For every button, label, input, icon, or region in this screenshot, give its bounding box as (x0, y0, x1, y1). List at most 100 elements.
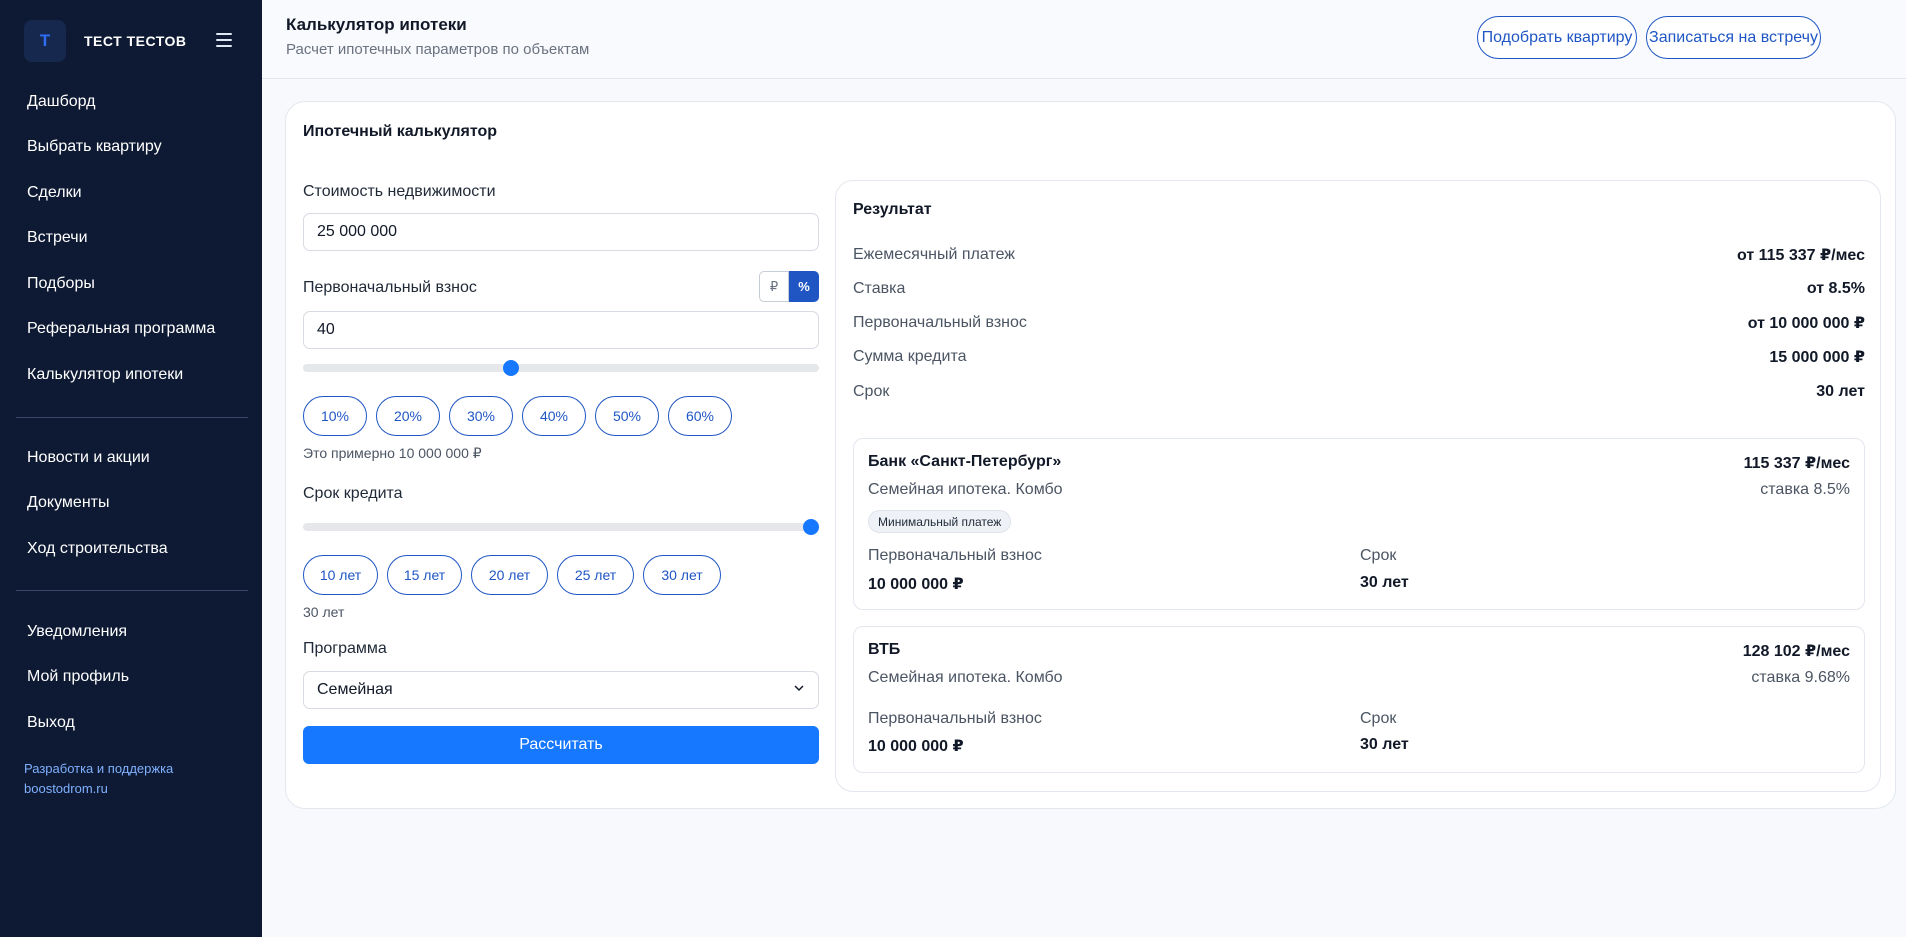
down-chip-20[interactable]: 20% (376, 396, 440, 436)
down-payment-slider-thumb[interactable] (503, 360, 519, 376)
result-row-label: Срок (853, 383, 890, 400)
bank-term-value: 30 лет (1360, 736, 1409, 753)
result-panel: Результат Ежемесячный платеж от 115 337 … (835, 180, 1881, 792)
sidebar-item-dashboard[interactable]: Дашборд (0, 79, 262, 125)
sidebar-item-news[interactable]: Новости и акции (0, 435, 262, 481)
result-row-value: от 10 000 000 ₽ (1747, 315, 1865, 332)
sidebar-item-documents[interactable]: Документы (0, 481, 262, 527)
calculate-button[interactable]: Рассчитать (303, 726, 819, 764)
developer-link-text[interactable]: Разработка и поддержка (24, 759, 173, 779)
pick-apartment-button[interactable]: Подобрать квартиру (1477, 16, 1637, 59)
result-row-value: от 8.5% (1806, 280, 1865, 297)
bank-offer-card[interactable]: Банк «Санкт-Петербург» 115 337 ₽/мес Сем… (853, 438, 1865, 610)
bank-rate: ставка 9.68% (1751, 669, 1850, 686)
down-payment-hint: Это примерно 10 000 000 ₽ (303, 445, 482, 461)
down-payment-label: Первоначальный взнос (303, 279, 477, 296)
page-subtitle: Расчет ипотечных параметров по объектам (286, 41, 590, 58)
result-row: Срок 30 лет (853, 380, 1865, 404)
result-row-label: Ставка (853, 280, 906, 297)
sidebar-footer: Разработка и поддержка boostodrom.ru (24, 759, 173, 799)
term-slider[interactable] (303, 519, 819, 535)
book-meeting-button[interactable]: Записаться на встречу (1646, 16, 1821, 59)
term-chip-10[interactable]: 10 лет (303, 555, 378, 595)
page-title: Калькулятор ипотеки (286, 15, 467, 34)
term-slider-thumb[interactable] (803, 519, 819, 535)
term-chip-15[interactable]: 15 лет (387, 555, 462, 595)
down-payment-input[interactable]: 40 (303, 311, 819, 349)
sidebar: Т ТЕСТ ТЕСТОВ Дашборд Выбрать квартиру С… (0, 0, 262, 937)
bank-down-value: 10 000 000 ₽ (868, 576, 964, 593)
bank-name: Банк «Санкт-Петербург» (868, 453, 1062, 470)
down-payment-chips: 10% 20% 30% 40% 50% 60% (303, 396, 741, 436)
sidebar-item-meetings[interactable]: Встречи (0, 216, 262, 262)
bank-down-label: Первоначальный взнос (868, 547, 1042, 564)
program-select-value: Семейная (317, 681, 393, 698)
program-select[interactable]: Семейная (303, 671, 819, 709)
bank-program: Семейная ипотека. Комбо (868, 669, 1063, 686)
sidebar-item-profile[interactable]: Мой профиль (0, 655, 262, 701)
sidebar-item-deals[interactable]: Сделки (0, 170, 262, 216)
sidebar-item-construction[interactable]: Ход строительства (0, 526, 262, 572)
result-row: Сумма кредита 15 000 000 ₽ (853, 345, 1865, 369)
sidebar-item-selections[interactable]: Подборы (0, 261, 262, 307)
term-chip-25[interactable]: 25 лет (557, 555, 634, 595)
bank-term-label: Срок (1360, 547, 1397, 564)
bank-rate: ставка 8.5% (1760, 481, 1850, 498)
min-payment-badge: Минимальный платеж (868, 510, 1012, 533)
result-row-label: Ежемесячный платеж (853, 246, 1016, 263)
down-chip-60[interactable]: 60% (668, 396, 732, 436)
sidebar-nav-info: Новости и акции Документы Ход строительс… (0, 435, 262, 572)
down-payment-slider[interactable] (303, 360, 819, 376)
down-chip-30[interactable]: 30% (449, 396, 513, 436)
bank-payment: 128 102 ₽/мес (1742, 643, 1850, 660)
bank-down-label: Первоначальный взнос (868, 710, 1042, 727)
bank-offer-card[interactable]: ВТБ 128 102 ₽/мес Семейная ипотека. Комб… (853, 626, 1865, 773)
term-chip-20[interactable]: 20 лет (471, 555, 548, 595)
result-row-label: Первоначальный взнос (853, 314, 1027, 331)
bank-program: Семейная ипотека. Комбо (868, 481, 1063, 498)
term-chips: 10 лет 15 лет 20 лет 25 лет 30 лет (303, 555, 730, 595)
bank-term-value: 30 лет (1360, 574, 1409, 591)
down-chip-10[interactable]: 10% (303, 396, 367, 436)
price-input[interactable]: 25 000 000 (303, 213, 819, 251)
avatar[interactable]: Т (24, 20, 66, 62)
sidebar-item-choose-apartment[interactable]: Выбрать квартиру (0, 125, 262, 171)
sidebar-item-referral[interactable]: Реферальная программа (0, 307, 262, 353)
chevron-down-icon (794, 685, 804, 692)
down-chip-50[interactable]: 50% (595, 396, 659, 436)
result-row: Ставка от 8.5% (853, 277, 1865, 301)
sidebar-user: Т ТЕСТ ТЕСТОВ (24, 20, 238, 62)
bank-down-value: 10 000 000 ₽ (868, 738, 964, 755)
price-label: Стоимость недвижимости (303, 183, 496, 200)
unit-rub-button[interactable]: ₽ (759, 271, 789, 302)
sidebar-item-logout[interactable]: Выход (0, 700, 262, 746)
sidebar-nav-account: Уведомления Мой профиль Выход (0, 609, 262, 746)
result-row-label: Сумма кредита (853, 348, 967, 365)
developer-link[interactable]: boostodrom.ru (24, 779, 173, 799)
result-row-value: от 115 337 ₽/мес (1736, 247, 1865, 264)
sidebar-item-mortgage-calculator[interactable]: Калькулятор ипотеки (0, 352, 262, 398)
mortgage-calculator-card: Ипотечный калькулятор Стоимость недвижим… (285, 101, 1896, 809)
bank-name: ВТБ (868, 641, 901, 658)
bank-payment: 115 337 ₽/мес (1743, 455, 1850, 472)
result-row: Первоначальный взнос от 10 000 000 ₽ (853, 311, 1865, 335)
user-name: ТЕСТ ТЕСТОВ (84, 33, 187, 49)
sidebar-nav-main: Дашборд Выбрать квартиру Сделки Встречи … (0, 79, 262, 398)
term-hint: 30 лет (303, 604, 345, 620)
result-row-value: 15 000 000 ₽ (1769, 349, 1865, 366)
result-row: Ежемесячный платеж от 115 337 ₽/мес (853, 243, 1865, 267)
sidebar-divider (16, 417, 248, 418)
page-header: Калькулятор ипотеки Расчет ипотечных пар… (262, 0, 1906, 79)
down-payment-unit-toggle: ₽ % (759, 271, 819, 302)
program-label: Программа (303, 640, 387, 657)
card-title: Ипотечный калькулятор (303, 123, 498, 140)
term-chip-30[interactable]: 30 лет (643, 555, 721, 595)
term-label: Срок кредита (303, 485, 403, 502)
unit-percent-button[interactable]: % (789, 271, 819, 302)
result-title: Результат (853, 201, 932, 218)
sidebar-item-notifications[interactable]: Уведомления (0, 609, 262, 655)
result-row-value: 30 лет (1816, 383, 1865, 400)
menu-burger-icon[interactable] (216, 33, 232, 47)
bank-term-label: Срок (1360, 710, 1397, 727)
down-chip-40[interactable]: 40% (522, 396, 586, 436)
